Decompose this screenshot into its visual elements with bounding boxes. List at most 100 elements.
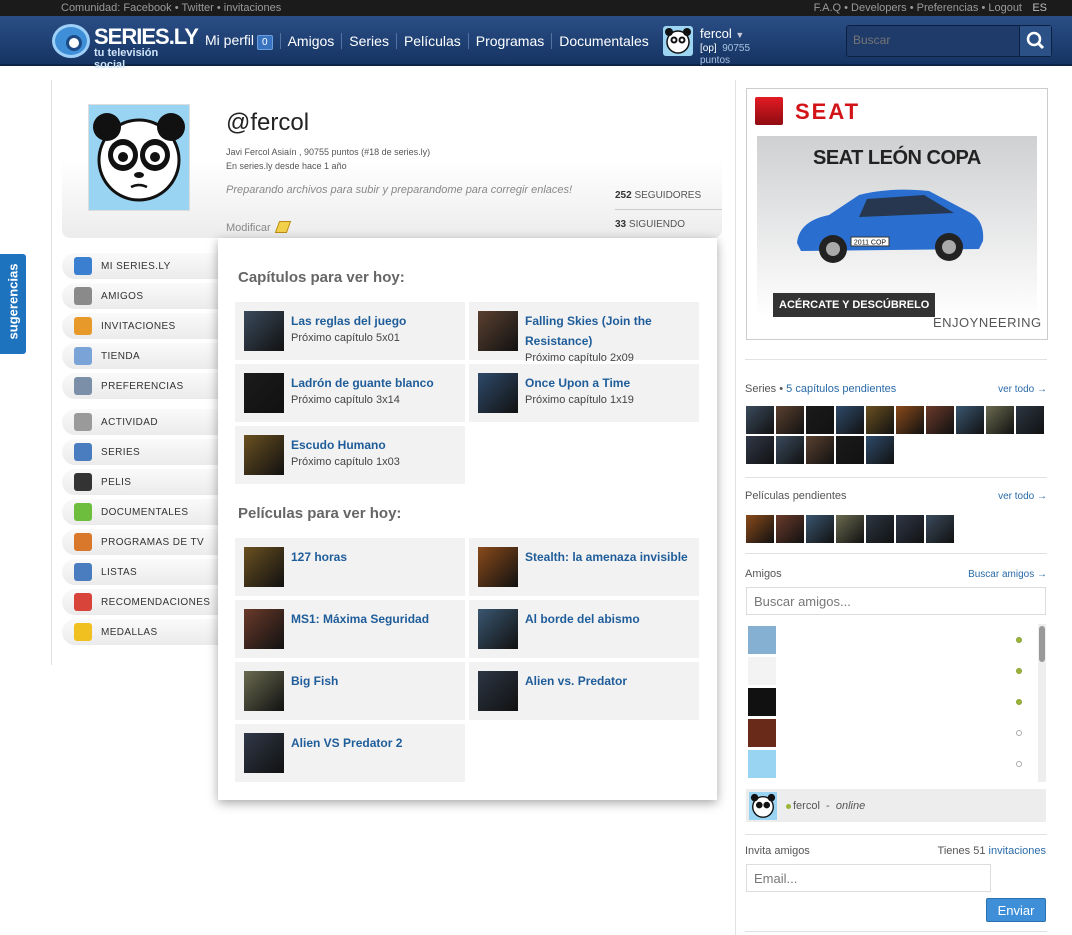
- friend-avatar[interactable]: [748, 657, 776, 685]
- movie-poster[interactable]: [478, 671, 518, 711]
- series-thumb[interactable]: [896, 406, 924, 434]
- series-pending-link[interactable]: 5 capítulos pendientes: [786, 383, 896, 395]
- chapter-title[interactable]: Ladrón de guante blanco: [291, 373, 461, 393]
- friends-search-input[interactable]: Buscar amigos...: [746, 587, 1046, 615]
- following-count[interactable]: 33 SIGUIENDO: [615, 219, 685, 230]
- chapter-title[interactable]: Falling Skies (Join the Resistance): [525, 311, 695, 351]
- movie-card[interactable]: Stealth: la amenaza invisible: [469, 538, 699, 596]
- chapter-poster[interactable]: [478, 311, 518, 351]
- followers-count[interactable]: 252 SEGUIDORES: [615, 190, 701, 201]
- send-invite-button[interactable]: Enviar: [986, 898, 1046, 922]
- series-thumb[interactable]: [806, 406, 834, 434]
- suggestions-tab[interactable]: sugerencias: [0, 254, 26, 354]
- chapter-poster[interactable]: [478, 373, 518, 413]
- movie-card[interactable]: Alien vs. Predator: [469, 662, 699, 720]
- movie-thumb[interactable]: [896, 515, 924, 543]
- movie-title[interactable]: Alien VS Predator 2: [291, 733, 461, 753]
- self-avatar[interactable]: [749, 792, 777, 820]
- chevron-down-icon[interactable]: ▼: [735, 30, 744, 40]
- series-see-all-link[interactable]: ver todo →: [998, 384, 1047, 395]
- nav-series[interactable]: Series: [349, 33, 389, 49]
- menu-item-medallas[interactable]: MEDALLAS: [62, 619, 218, 645]
- nav-friends[interactable]: Amigos: [288, 33, 335, 49]
- series-thumb[interactable]: [866, 436, 894, 464]
- friend-avatar[interactable]: [748, 750, 776, 778]
- nav-documentaries[interactable]: Documentales: [559, 33, 649, 49]
- menu-item-listas[interactable]: LISTAS: [62, 559, 218, 585]
- site-logo[interactable]: SERIES.LY tu televisión social: [52, 22, 199, 71]
- chapter-card[interactable]: Las reglas del juego Próximo capítulo 5x0…: [235, 302, 465, 360]
- movie-title[interactable]: MS1: Máxima Seguridad: [291, 609, 461, 629]
- menu-item-invitaciones[interactable]: INVITACIONES: [62, 313, 218, 339]
- series-thumb[interactable]: [926, 406, 954, 434]
- movie-title[interactable]: 127 horas: [291, 547, 461, 567]
- search-button[interactable]: [1019, 26, 1051, 56]
- movie-poster[interactable]: [478, 547, 518, 587]
- movies-see-all-link[interactable]: ver todo →: [998, 491, 1047, 502]
- scrollbar-thumb[interactable]: [1039, 626, 1045, 662]
- chapter-card[interactable]: Escudo Humano Próximo capítulo 1x03: [235, 426, 465, 484]
- movie-poster[interactable]: [244, 733, 284, 773]
- series-thumb[interactable]: [986, 406, 1014, 434]
- user-name[interactable]: fercol ▼: [700, 26, 744, 41]
- menu-item-preferencias[interactable]: PREFERENCIAS: [62, 373, 218, 399]
- find-friends-link[interactable]: Buscar amigos →: [968, 569, 1047, 580]
- nav-programs[interactable]: Programas: [476, 33, 544, 49]
- chapter-card[interactable]: Falling Skies (Join the Resistance) Próxi…: [469, 302, 699, 364]
- series-thumb[interactable]: [866, 406, 894, 434]
- friend-avatar[interactable]: [748, 719, 776, 747]
- movie-card[interactable]: MS1: Máxima Seguridad: [235, 600, 465, 658]
- movie-poster[interactable]: [244, 671, 284, 711]
- language-selector[interactable]: ES: [1032, 0, 1047, 16]
- menu-item-series[interactable]: SERIES: [62, 439, 218, 465]
- menu-item-actividad[interactable]: ACTIVIDAD: [62, 409, 218, 435]
- series-thumb[interactable]: [836, 436, 864, 464]
- movie-thumb[interactable]: [776, 515, 804, 543]
- movie-poster[interactable]: [478, 609, 518, 649]
- invite-email-input[interactable]: Email...: [746, 864, 991, 892]
- chapter-poster[interactable]: [244, 435, 284, 475]
- movie-thumb[interactable]: [926, 515, 954, 543]
- movie-card[interactable]: 127 horas: [235, 538, 465, 596]
- movie-poster[interactable]: [244, 547, 284, 587]
- series-thumb[interactable]: [746, 406, 774, 434]
- ad-cta[interactable]: ACÉRCATE Y DESCÚBRELO: [773, 293, 936, 317]
- series-thumb[interactable]: [776, 406, 804, 434]
- menu-item-recomendaciones[interactable]: RECOMENDACIONES: [62, 589, 218, 615]
- menu-item-tienda[interactable]: TIENDA: [62, 343, 218, 369]
- movie-title[interactable]: Stealth: la amenaza invisible: [525, 547, 695, 567]
- pencil-icon[interactable]: [274, 221, 291, 233]
- notifications-badge[interactable]: 0: [257, 35, 273, 50]
- nav-my-profile[interactable]: Mi perfil 0: [205, 32, 273, 50]
- series-thumb[interactable]: [746, 436, 774, 464]
- movie-thumb[interactable]: [806, 515, 834, 543]
- movie-poster[interactable]: [244, 609, 284, 649]
- movie-title[interactable]: Alien vs. Predator: [525, 671, 695, 691]
- chapter-title[interactable]: Escudo Humano: [291, 435, 461, 455]
- menu-item-pelis[interactable]: PELIS: [62, 469, 218, 495]
- invitations-link[interactable]: invitaciones: [989, 845, 1046, 857]
- chapter-poster[interactable]: [244, 373, 284, 413]
- chapter-title[interactable]: Once Upon a Time: [525, 373, 695, 393]
- community-links[interactable]: Comunidad: Facebook • Twitter • invitaci…: [61, 0, 281, 16]
- friend-avatar[interactable]: [748, 626, 776, 654]
- movie-thumb[interactable]: [866, 515, 894, 543]
- search-input[interactable]: [853, 33, 1013, 47]
- movie-thumb[interactable]: [836, 515, 864, 543]
- user-avatar[interactable]: [663, 26, 693, 56]
- menu-item-programas-de-tv[interactable]: PROGRAMAS DE TV: [62, 529, 218, 555]
- menu-item-mi-series-ly[interactable]: MI SERIES.LY: [62, 253, 218, 279]
- movie-title[interactable]: Big Fish: [291, 671, 461, 691]
- movie-card[interactable]: Al borde del abismo: [469, 600, 699, 658]
- movie-card[interactable]: Big Fish: [235, 662, 465, 720]
- movie-thumb[interactable]: [746, 515, 774, 543]
- series-thumb[interactable]: [806, 436, 834, 464]
- menu-item-documentales[interactable]: DOCUMENTALES: [62, 499, 218, 525]
- chapter-poster[interactable]: [244, 311, 284, 351]
- nav-movies[interactable]: Películas: [404, 33, 461, 49]
- menu-item-amigos[interactable]: AMIGOS: [62, 283, 218, 309]
- movie-card[interactable]: Alien VS Predator 2: [235, 724, 465, 782]
- modify-status-link[interactable]: Modificar: [226, 221, 291, 234]
- seat-ad-banner[interactable]: SEAT SEAT LEÓN COPA 2011 COP ACÉRCATE Y …: [746, 88, 1048, 340]
- series-thumb[interactable]: [956, 406, 984, 434]
